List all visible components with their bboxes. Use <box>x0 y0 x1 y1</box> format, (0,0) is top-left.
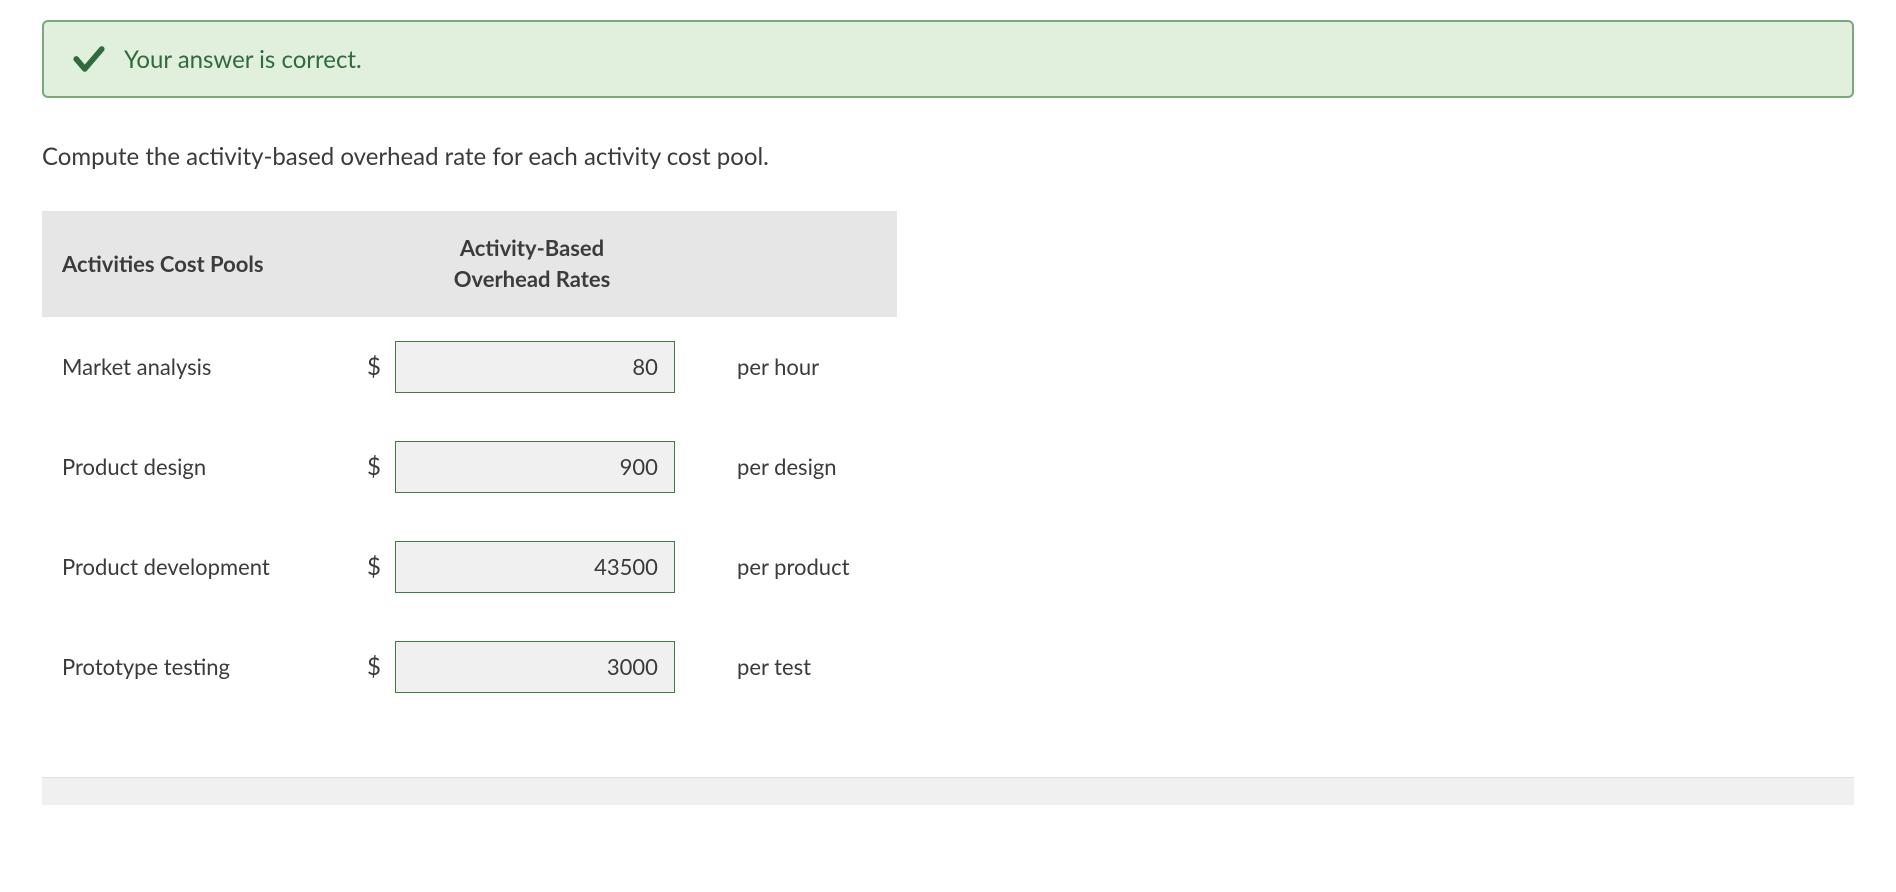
overhead-rates-table: Activities Cost Pools Activity-Based Ove… <box>42 211 897 717</box>
currency-symbol: $ <box>367 352 381 381</box>
currency-symbol: $ <box>367 652 381 681</box>
activity-label: Product design <box>42 417 347 517</box>
unit-label: per test <box>717 617 897 717</box>
success-alert: Your answer is correct. <box>42 20 1854 98</box>
rate-input-prototype-testing[interactable] <box>395 641 675 693</box>
rate-input-product-development[interactable] <box>395 541 675 593</box>
table-row: Product design $ per design <box>42 417 897 517</box>
activity-label: Product development <box>42 517 347 617</box>
question-instruction: Compute the activity-based overhead rate… <box>42 142 1896 171</box>
footer-block <box>42 777 1854 805</box>
activity-label: Prototype testing <box>42 617 347 717</box>
header-rates-line1: Activity-Based <box>460 234 604 261</box>
checkmark-icon <box>72 42 106 76</box>
success-message: Your answer is correct. <box>124 45 362 74</box>
rate-input-market-analysis[interactable] <box>395 341 675 393</box>
header-activities: Activities Cost Pools <box>42 211 347 317</box>
header-unit-blank <box>717 211 897 317</box>
header-rates: Activity-Based Overhead Rates <box>347 211 717 317</box>
unit-label: per hour <box>717 317 897 417</box>
unit-label: per design <box>717 417 897 517</box>
activity-label: Market analysis <box>42 317 347 417</box>
currency-symbol: $ <box>367 452 381 481</box>
currency-symbol: $ <box>367 552 381 581</box>
table-row: Product development $ per product <box>42 517 897 617</box>
rate-input-product-design[interactable] <box>395 441 675 493</box>
table-row: Prototype testing $ per test <box>42 617 897 717</box>
table-row: Market analysis $ per hour <box>42 317 897 417</box>
header-rates-line2: Overhead Rates <box>454 265 611 292</box>
unit-label: per product <box>717 517 897 617</box>
